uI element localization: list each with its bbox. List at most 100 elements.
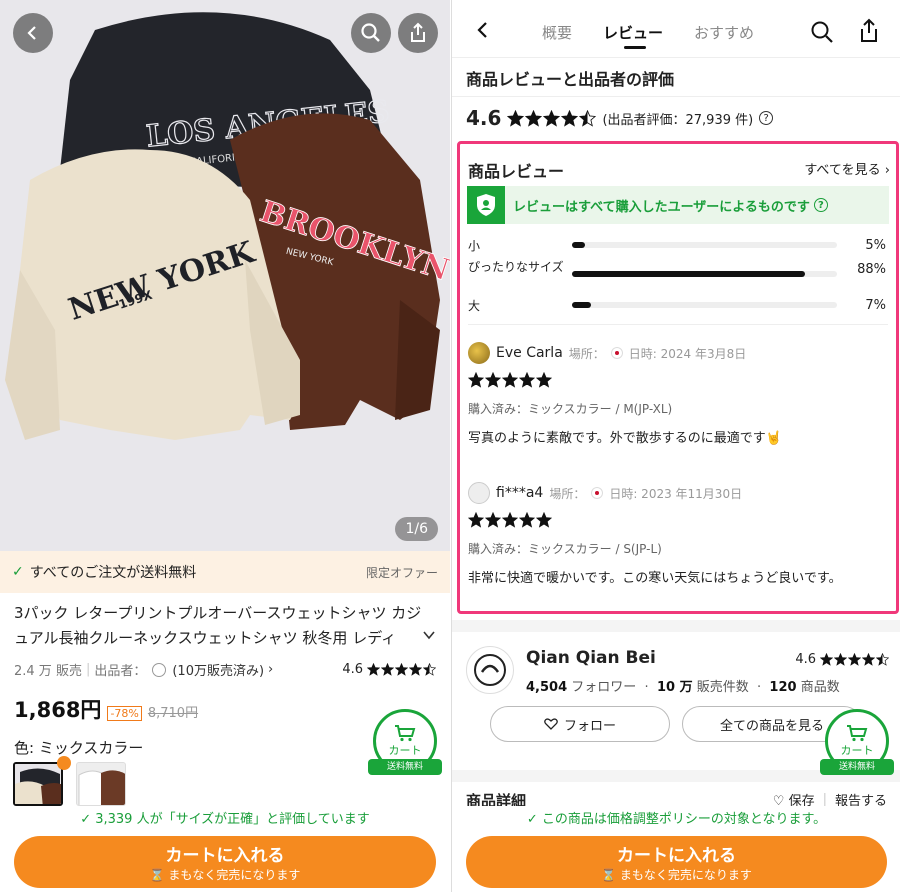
color-swatch-mix[interactable]	[13, 762, 63, 806]
store-stats: 4,504 フォロワー · 10 万 販売件数 · 120 商品数	[526, 680, 840, 695]
heart-icon	[544, 718, 558, 730]
star-icon	[561, 109, 579, 127]
star-icon	[525, 109, 543, 127]
tab-recommended[interactable]: おすすめ	[694, 22, 754, 43]
star-icon	[468, 512, 484, 528]
search-icon[interactable]	[810, 20, 834, 44]
seller-label: 出品者：	[94, 664, 147, 679]
sold-label: 販売件数	[696, 680, 749, 695]
chevron-right-icon: ›	[884, 163, 890, 178]
color-swatch-alt[interactable]	[76, 762, 126, 806]
star-icon	[876, 653, 889, 666]
review-text: 非常に快適で暖かいです。この寒い天気にはちょうど良いです。	[468, 571, 842, 586]
shield-icon	[467, 186, 505, 224]
selling-out-text: まもなく完売になります	[619, 868, 752, 882]
store-logo[interactable]	[466, 646, 514, 694]
hourglass-icon: ⌛	[601, 868, 620, 882]
cart-free-badge: 送料無料	[820, 759, 894, 775]
review-item: fi***a4 場所： 日時: 2023 年11月30日 購入済み：ミックスカラ…	[468, 482, 888, 586]
tab-reviews[interactable]: レビュー	[603, 22, 663, 43]
divider	[452, 96, 900, 97]
seller-logo-icon	[152, 662, 167, 677]
product-reviews-section: 商品レビュー すべてを見る › レビューはすべて購入したユーザーによるものです …	[457, 141, 899, 614]
cart-label: カート	[388, 744, 422, 757]
star-icon	[519, 372, 535, 388]
seller-line: 2.4 万 販売 | 出品者： (10万販売済み) › 4.6	[14, 660, 436, 679]
search-button[interactable]	[351, 13, 391, 53]
fit-percent: 7%	[865, 297, 886, 313]
store-logo-glyph	[474, 654, 506, 686]
reviews-page-panel: 概要 レビュー おすすめ 商品レビューと出品者の評価 4.6 (出品者評価：27…	[451, 0, 900, 892]
fit-track	[572, 302, 837, 308]
star-icon	[862, 653, 875, 666]
price-policy-line[interactable]: ✓ この商品は価格調整ポリシーの対象となります。	[452, 808, 900, 827]
price-policy-text: この商品は価格調整ポリシーの対象となります。	[541, 812, 827, 827]
reviews-title: 商品レビュー	[468, 162, 565, 181]
fit-row-large: 大 7%	[468, 296, 886, 314]
swatch-thumb	[15, 764, 61, 804]
fit-fill	[572, 302, 591, 308]
star-icon	[820, 653, 833, 666]
see-all-text: すべてを見る	[804, 163, 881, 178]
hot-icon	[57, 756, 71, 770]
free-shipping-banner[interactable]: ✓ すべてのご注文が送料無料 限定オファー	[0, 551, 450, 593]
fit-row-small: 小 5%	[468, 236, 886, 254]
fit-label: 小	[468, 238, 481, 253]
share-icon[interactable]	[858, 18, 880, 44]
fit-fill	[572, 271, 806, 277]
store-rating-value: 4.6	[795, 652, 816, 667]
fit-percent: 5%	[865, 237, 886, 253]
chevron-right-icon[interactable]: ›	[268, 662, 273, 677]
section-gap	[452, 620, 900, 632]
color-label: 色: ミックスカラー	[14, 739, 144, 757]
star-icon	[519, 512, 535, 528]
fit-label: ぴったりなサイズ	[468, 260, 564, 274]
star-icon	[543, 109, 561, 127]
free-shipping-text: すべてのご注文が送料無料	[29, 565, 197, 581]
swatch-thumb-alt	[77, 763, 125, 805]
add-to-cart-button[interactable]: カートに入れる ⌛ まもなく完売になります	[466, 836, 887, 888]
check-icon: ✓	[526, 812, 542, 827]
items-count: 120	[769, 680, 797, 695]
selling-out-label: ⌛ まもなく完売になります	[150, 866, 301, 883]
japan-flag-icon	[610, 347, 623, 359]
store-name[interactable]: Qian Qian Bei	[526, 648, 656, 668]
star-icon	[502, 372, 518, 388]
star-icon	[395, 663, 408, 676]
product-image[interactable]: LOS ANGELES CALIFORNIA BROOKLYN NEW YORK…	[0, 0, 450, 551]
back-icon[interactable]	[474, 20, 492, 40]
verified-text: レビューはすべて購入したユーザーによるものです	[513, 199, 810, 215]
review-item: Eve Carla 場所： 日時: 2024 年3月8日 購入済み：ミックスカラ…	[468, 342, 888, 446]
limited-offer-label: 限定オファー	[365, 565, 438, 580]
rating-stars	[367, 663, 436, 676]
help-icon[interactable]: ?	[759, 111, 774, 125]
fit-track	[572, 242, 837, 248]
help-icon: ?	[813, 198, 828, 212]
fit-row-true: ぴったりなサイズ 88%	[468, 258, 886, 298]
tab-overview[interactable]: 概要	[542, 22, 572, 43]
fit-percent: 88%	[857, 262, 886, 277]
seller-sales[interactable]: (10万販売済み)	[172, 660, 264, 679]
back-button[interactable]	[13, 13, 53, 53]
see-all-link[interactable]: すべてを見る ›	[804, 159, 890, 178]
share-icon	[411, 22, 425, 42]
purchased-variant: 購入済み：ミックスカラー / S(JP-L)	[468, 542, 662, 556]
star-icon	[485, 512, 501, 528]
divider	[468, 324, 888, 325]
overall-score: 4.6	[466, 106, 502, 130]
add-to-cart-button[interactable]: カートに入れる ⌛ まもなく完売になります	[14, 836, 436, 888]
star-icon	[507, 109, 525, 127]
image-counter: 1/6	[395, 517, 438, 541]
chevron-down-icon[interactable]	[422, 628, 436, 642]
reviewer-line: fi***a4 場所： 日時: 2023 年11月30日	[468, 482, 888, 504]
reviewer-name: fi***a4	[496, 485, 544, 501]
verified-banner[interactable]: レビューはすべて購入したユーザーによるものです ?	[467, 186, 889, 224]
product-rating[interactable]: 4.6	[342, 662, 436, 677]
add-to-cart-label: カートに入れる	[617, 846, 736, 866]
avatar	[468, 342, 490, 364]
review-date: 日時: 2024 年3月8日	[628, 346, 747, 361]
fit-fill	[572, 242, 586, 248]
check-icon: ✓	[80, 812, 96, 827]
share-button[interactable]	[398, 13, 438, 53]
follow-button[interactable]: フォロー	[490, 706, 670, 742]
